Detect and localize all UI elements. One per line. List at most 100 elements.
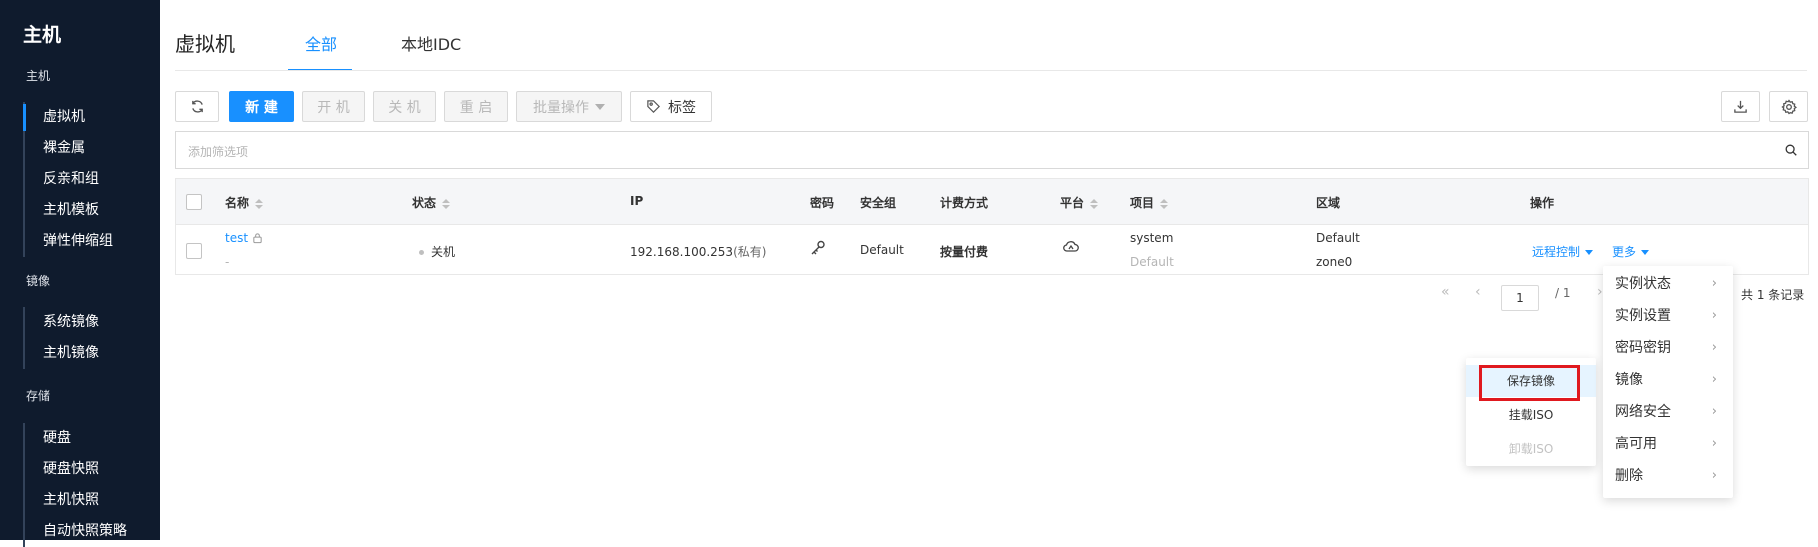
caret-down-icon xyxy=(1585,250,1594,255)
chevron-right-icon: › xyxy=(1711,308,1717,323)
tab-all[interactable]: 全部 xyxy=(305,31,337,55)
vm-zone: zone0 xyxy=(1316,255,1353,269)
total-pages: / 1 xyxy=(1555,286,1571,300)
sidebar-list-storage: 硬盘 硬盘快照 主机快照 自动快照策略 xyxy=(23,423,127,547)
sort-icon[interactable] xyxy=(1160,198,1169,209)
vm-project: system xyxy=(1130,231,1174,245)
filter-bar[interactable]: 添加筛选项 xyxy=(175,131,1809,169)
sidebar-item-anti-affinity[interactable]: 反亲和组 xyxy=(25,164,113,195)
vm-name-link[interactable]: test xyxy=(225,231,248,245)
refresh-icon xyxy=(191,100,203,113)
batch-actions-label: 批量操作 xyxy=(533,99,589,116)
batch-actions-dropdown[interactable]: 批量操作 xyxy=(516,91,622,122)
sidebar-item-auto-snapshot-policy[interactable]: 自动快照策略 xyxy=(25,516,127,547)
column-header-password: 密码 xyxy=(810,196,835,210)
sidebar: 主机 主机 虚拟机 裸金属 反亲和组 主机模板 弹性伸缩组 镜像 系统镜像 主机… xyxy=(0,0,160,547)
column-header-billing: 计费方式 xyxy=(940,196,989,210)
vm-name-sub: - xyxy=(225,255,230,269)
remote-control-dropdown[interactable]: 远程控制 xyxy=(1532,243,1594,260)
gear-icon xyxy=(1780,98,1797,114)
mount-iso-item[interactable]: 挂载ISO xyxy=(1466,399,1596,431)
column-header-platform[interactable]: 平台 xyxy=(1060,194,1099,211)
unmount-iso-item: 卸载ISO xyxy=(1508,442,1554,456)
sort-icon[interactable] xyxy=(442,198,451,209)
download-icon xyxy=(1734,100,1747,113)
column-header-region: 区域 xyxy=(1316,196,1341,210)
chevron-right-icon: › xyxy=(1711,340,1717,355)
menu-item-network-security[interactable]: 网络安全 › xyxy=(1603,396,1733,428)
column-header-security-group: 安全组 xyxy=(860,196,897,210)
sidebar-list-image: 系统镜像 主机镜像 xyxy=(23,307,99,369)
highlight-box xyxy=(1479,365,1580,401)
vm-project-domain: Default xyxy=(1130,255,1174,269)
sidebar-group-storage: 存储 xyxy=(26,389,51,403)
vm-ip: 192.168.100.253(私有) xyxy=(630,245,767,259)
settings-button[interactable] xyxy=(1769,91,1808,122)
chevron-right-icon: › xyxy=(1711,436,1717,451)
chevron-right-icon: › xyxy=(1711,404,1717,419)
cloud-platform-icon xyxy=(1063,241,1079,252)
vm-security-group: Default xyxy=(860,243,904,257)
key-icon[interactable] xyxy=(809,239,827,257)
sidebar-item-baremetal[interactable]: 裸金属 xyxy=(25,133,113,164)
column-header-name[interactable]: 名称 xyxy=(225,194,264,211)
vm-region: Default xyxy=(1316,231,1360,245)
sidebar-title: 主机 xyxy=(23,24,62,46)
sidebar-item-vm[interactable]: 虚拟机 xyxy=(23,102,113,133)
sidebar-group-image: 镜像 xyxy=(26,274,51,288)
vm-billing: 按量付费 xyxy=(940,245,989,259)
sidebar-list-host: 虚拟机 裸金属 反亲和组 主机模板 弹性伸缩组 xyxy=(23,102,113,257)
search-icon[interactable] xyxy=(1784,143,1798,157)
next-page-icon[interactable]: › xyxy=(1597,284,1603,300)
tags-button[interactable]: 标签 xyxy=(630,91,712,122)
prev-page-icon[interactable]: ‹ xyxy=(1475,284,1481,300)
more-actions-dropdown[interactable]: 更多 xyxy=(1612,243,1650,260)
sidebar-item-disk-snapshot[interactable]: 硬盘快照 xyxy=(25,454,127,485)
more-actions-menu: 实例状态 › 实例设置 › 密码密钥 › 镜像 › 网络安全 › 高可用 › 删除 › xyxy=(1603,266,1733,498)
status-dot xyxy=(419,250,424,255)
first-page-icon[interactable]: « xyxy=(1441,284,1450,300)
chevron-right-icon: › xyxy=(1711,372,1717,387)
sidebar-item-host-image[interactable]: 主机镜像 xyxy=(25,338,99,369)
sort-icon[interactable] xyxy=(255,198,264,209)
vm-table: 名称 状态 IP 密码 安全组 计费方式 平台 项目 区域 操作 test - … xyxy=(175,178,1809,275)
lock-icon xyxy=(253,233,262,244)
chevron-right-icon: › xyxy=(1711,276,1717,291)
row-checkbox[interactable] xyxy=(186,243,202,259)
menu-item-delete[interactable]: 删除 › xyxy=(1603,460,1733,492)
filter-input[interactable]: 添加筛选项 xyxy=(188,143,248,160)
sidebar-group-host: 主机 xyxy=(26,69,51,83)
start-button[interactable]: 开 机 xyxy=(302,91,365,122)
chevron-right-icon: › xyxy=(1711,468,1717,483)
column-header-ip: IP xyxy=(630,194,644,208)
column-header-status[interactable]: 状态 xyxy=(412,194,451,211)
sidebar-item-system-image[interactable]: 系统镜像 xyxy=(25,307,99,338)
menu-item-image[interactable]: 镜像 › xyxy=(1603,364,1733,396)
column-header-actions: 操作 xyxy=(1530,196,1555,210)
sidebar-item-scaling-group[interactable]: 弹性伸缩组 xyxy=(25,226,113,257)
tag-icon xyxy=(647,100,660,113)
menu-item-instance-settings[interactable]: 实例设置 › xyxy=(1603,300,1733,332)
sidebar-item-disk[interactable]: 硬盘 xyxy=(25,423,127,454)
total-records: 共 1 条记录 xyxy=(1741,288,1805,302)
tags-label: 标签 xyxy=(668,99,696,116)
page-number-input[interactable]: 1 xyxy=(1501,285,1539,311)
sort-icon[interactable] xyxy=(1090,198,1099,209)
menu-item-instance-status[interactable]: 实例状态 › xyxy=(1603,268,1733,300)
column-header-project[interactable]: 项目 xyxy=(1130,194,1169,211)
menu-item-high-availability[interactable]: 高可用 › xyxy=(1603,428,1733,460)
page-title: 虚拟机 xyxy=(175,32,235,56)
tab-local-idc[interactable]: 本地IDC xyxy=(401,31,461,55)
menu-item-password-key[interactable]: 密码密钥 › xyxy=(1603,332,1733,364)
restart-button[interactable]: 重 启 xyxy=(444,91,508,122)
select-all-checkbox[interactable] xyxy=(186,194,202,210)
new-button[interactable]: 新 建 xyxy=(229,91,294,122)
sidebar-item-host-template[interactable]: 主机模板 xyxy=(25,195,113,226)
download-button[interactable] xyxy=(1721,91,1760,122)
caret-down-icon xyxy=(1641,250,1650,255)
stop-button[interactable]: 关 机 xyxy=(373,91,436,122)
refresh-button[interactable] xyxy=(175,91,219,122)
sidebar-item-host-snapshot[interactable]: 主机快照 xyxy=(25,485,127,516)
vm-status: 关机 xyxy=(419,243,455,260)
table-header: 名称 状态 IP 密码 安全组 计费方式 平台 项目 区域 操作 xyxy=(176,179,1808,225)
